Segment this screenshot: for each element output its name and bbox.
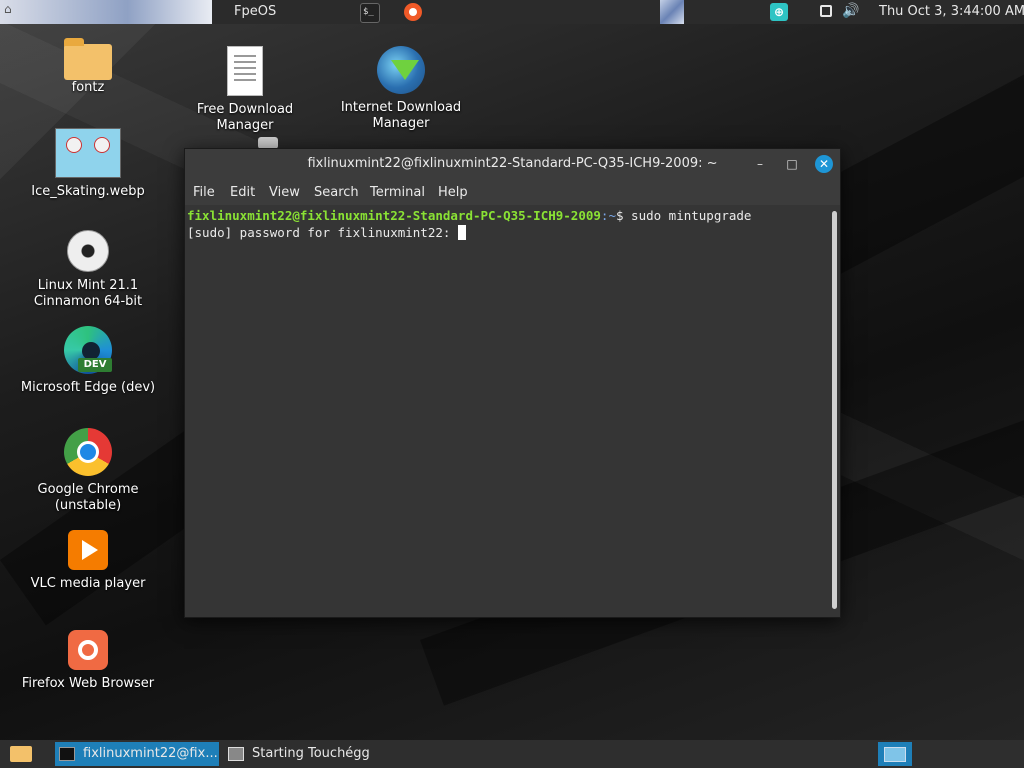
minimize-button[interactable]: – (751, 155, 769, 173)
desktop-icon-fontz[interactable]: fontz (18, 38, 158, 96)
idm-icon (377, 46, 425, 94)
terminal-line: [sudo] password for fixlinuxmint22: (187, 224, 466, 241)
prompt-path: :~ (600, 208, 616, 223)
desktop-icon-label: Linux Mint 21.1 Cinnamon 64-bit (33, 278, 143, 309)
menu-search[interactable]: Search (314, 185, 359, 200)
firefox-icon[interactable] (404, 3, 422, 21)
bag-icon[interactable]: ⊕ (770, 3, 788, 21)
close-button[interactable]: ✕ (815, 155, 833, 173)
window-icon (228, 747, 244, 761)
workspace-name: FpeOS (234, 4, 277, 19)
menu-help[interactable]: Help (438, 185, 468, 200)
firefox-icon (68, 630, 108, 670)
prompt-user-host: fixlinuxmint22@fixlinuxmint22-Standard-P… (187, 208, 601, 223)
menu-terminal[interactable]: Terminal (370, 185, 425, 200)
desktop-icon-label: Firefox Web Browser (21, 676, 155, 691)
top-panel: ⌂ FpeOS $_ ⊕ 🔊 Thu Oct 3, 3:44:00 AM (0, 0, 1024, 24)
disc-icon (67, 230, 109, 272)
folder-icon (64, 38, 112, 80)
menu-file[interactable]: File (193, 185, 215, 200)
desktop-icon-label: fontz (71, 80, 105, 95)
menu-bar: File Edit View Search Terminal Help (185, 179, 840, 205)
sudo-password-prompt: [sudo] password for fixlinuxmint22: (187, 225, 458, 240)
menu-edit[interactable]: Edit (230, 185, 255, 200)
desktop-icon-internet-download-manager[interactable]: Internet Download Manager (331, 46, 471, 132)
dev-badge: DEV (78, 358, 112, 372)
chrome-icon (64, 428, 112, 476)
prompt-symbol: $ (615, 208, 632, 223)
desktop-icon-linux-mint-iso[interactable]: Linux Mint 21.1 Cinnamon 64-bit (18, 230, 158, 310)
desktop-icon-ice-skating[interactable]: Ice_Skating.webp (18, 128, 158, 200)
taskbar-item-label: Starting Touchégg (252, 746, 370, 761)
workspace-switcher[interactable] (878, 742, 912, 766)
files-icon[interactable] (10, 746, 32, 762)
terminal-icon (59, 747, 75, 761)
desktop-icon-firefox[interactable]: Firefox Web Browser (18, 630, 158, 692)
window-title: fixlinuxmint22@fixlinuxmint22-Standard-P… (307, 156, 718, 171)
scrollbar[interactable] (830, 205, 840, 617)
desktop-icon-free-download-manager[interactable]: Free Download Manager (175, 46, 315, 134)
text-cursor (457, 225, 466, 240)
terminal-line: fixlinuxmint22@fixlinuxmint22-Standard-P… (187, 207, 751, 224)
desktop-icon-label: Ice_Skating.webp (31, 184, 145, 199)
terminal-window[interactable]: fixlinuxmint22@fixlinuxmint22-Standard-P… (184, 148, 841, 618)
workspace-thumbnail[interactable]: ⌂ (0, 0, 212, 24)
window-thumbnail[interactable] (660, 0, 684, 24)
desktop-icon-label: VLC media player (30, 576, 146, 591)
desktop-icon-label: Free Download Manager (196, 102, 294, 133)
command-text: sudo mintupgrade (631, 208, 752, 223)
desktop-icon-label: Microsoft Edge (dev) (20, 380, 156, 395)
volume-icon[interactable]: 🔊 (842, 3, 860, 21)
maximize-button[interactable]: □ (783, 155, 801, 173)
document-icon (227, 46, 263, 96)
taskbar-item-touchegg[interactable]: Starting Touchégg (224, 742, 404, 766)
menu-view[interactable]: View (269, 185, 300, 200)
terminal-icon[interactable]: $_ (360, 3, 380, 23)
desktop-icon-label: Google Chrome (unstable) (37, 482, 139, 513)
scrollbar-thumb[interactable] (832, 211, 837, 609)
edge-dev-icon: DEV (64, 326, 112, 374)
terminal-output[interactable]: fixlinuxmint22@fixlinuxmint22-Standard-P… (185, 205, 830, 617)
vlc-icon (68, 530, 108, 570)
desktop-icon-label: Internet Download Manager (340, 100, 462, 131)
desktop-icon-google-chrome[interactable]: Google Chrome (unstable) (18, 428, 158, 514)
bottom-panel: fixlinuxmint22@fix... Starting Touchégg (0, 740, 1024, 768)
taskbar-item-label: fixlinuxmint22@fix... (83, 746, 218, 761)
desktop-icon-vlc[interactable]: VLC media player (18, 530, 158, 592)
taskbar-item-terminal[interactable]: fixlinuxmint22@fix... (55, 742, 219, 766)
window-icon[interactable] (820, 5, 832, 17)
clock[interactable]: Thu Oct 3, 3:44:00 AM (879, 4, 1024, 19)
title-bar[interactable]: fixlinuxmint22@fixlinuxmint22-Standard-P… (185, 149, 840, 179)
desktop-icon-microsoft-edge-dev[interactable]: DEV Microsoft Edge (dev) (18, 326, 158, 396)
image-icon (55, 128, 121, 178)
